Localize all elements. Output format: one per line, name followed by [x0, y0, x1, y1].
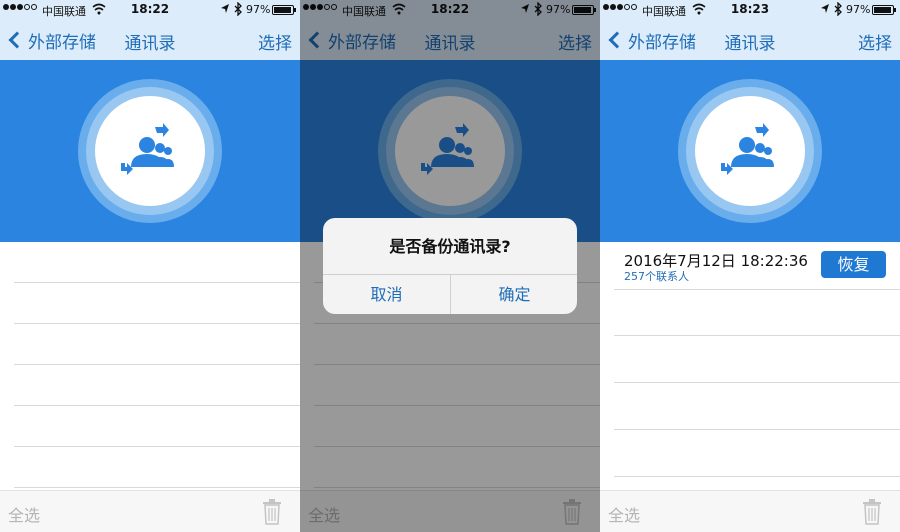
list-divider [614, 429, 900, 430]
trash-icon[interactable] [862, 499, 882, 525]
list-item[interactable]: 2016年7月12日 18:22:36 257个联系人 恢复 [614, 242, 900, 289]
list-divider [614, 289, 900, 290]
list-divider [14, 487, 300, 488]
battery-icon [872, 5, 896, 15]
backup-hero [600, 60, 900, 242]
confirm-button[interactable]: 确定 [451, 275, 577, 314]
list-divider [14, 323, 300, 324]
list-divider [614, 476, 900, 477]
select-all-button[interactable]: 全选 [8, 502, 40, 526]
contacts-sync-icon [721, 123, 774, 175]
screen-contacts-backed-up: 中国联通 18:23 97% 外部存储 通讯录 选择 2016年7月12日 18… [600, 0, 900, 532]
bluetooth-icon [834, 2, 842, 16]
page-title: 通讯录 [724, 34, 776, 54]
location-icon [821, 4, 829, 13]
location-icon [221, 4, 229, 13]
bottom-toolbar: 全选 [0, 490, 300, 532]
backup-list [0, 242, 300, 490]
backup-contact-count: 257个联系人 [624, 270, 689, 283]
battery-percent: 97% [846, 3, 871, 16]
cancel-button[interactable]: 取消 [323, 275, 450, 314]
list-divider [14, 364, 300, 365]
nav-bar: 外部存储 通讯录 选择 [0, 20, 300, 60]
screen-backup-confirm: 中国联通 18:22 97% 外部存储 通讯录 选择 全选 是否备份通讯录? 取… [300, 0, 600, 532]
battery-icon [272, 5, 296, 15]
select-all-button[interactable]: 全选 [608, 502, 640, 526]
dialog-title: 是否备份通讯录? [389, 237, 511, 256]
list-divider [14, 282, 300, 283]
nav-bar: 外部存储 通讯录 选择 [600, 20, 900, 60]
select-button[interactable]: 选择 [858, 29, 892, 54]
backup-confirm-dialog: 是否备份通讯录? 取消 确定 [323, 218, 577, 314]
page-title: 通讯录 [124, 34, 176, 54]
list-divider [614, 382, 900, 383]
backup-list: 2016年7月12日 18:22:36 257个联系人 恢复 [600, 242, 900, 490]
select-button[interactable]: 选择 [258, 29, 292, 54]
list-divider [614, 335, 900, 336]
status-bar: 中国联通 18:22 97% [0, 0, 300, 20]
list-divider [14, 446, 300, 447]
battery-percent: 97% [246, 3, 271, 16]
screens-container: 中国联通 18:22 97% 外部存储 通讯录 选择 全选 中国联通 18:22… [0, 0, 900, 532]
status-bar: 中国联通 18:23 97% [600, 0, 900, 20]
screen-contacts-empty: 中国联通 18:22 97% 外部存储 通讯录 选择 全选 [0, 0, 300, 532]
backup-hero [0, 60, 300, 242]
bluetooth-icon [234, 2, 242, 16]
restore-button[interactable]: 恢复 [821, 251, 886, 278]
trash-icon[interactable] [262, 499, 282, 525]
contacts-sync-icon [121, 123, 174, 175]
list-divider [14, 405, 300, 406]
bottom-toolbar: 全选 [600, 490, 900, 532]
